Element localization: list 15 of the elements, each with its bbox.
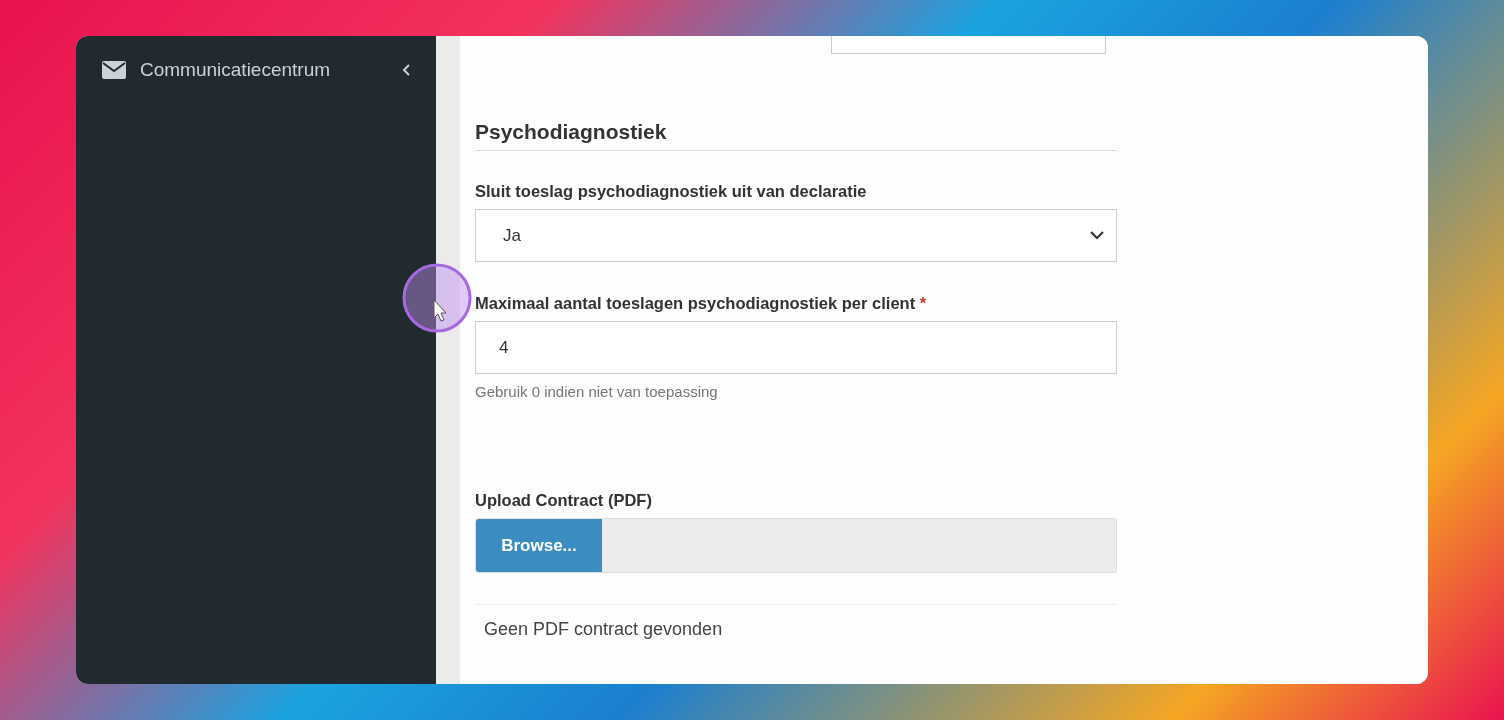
field-label: Maximaal aantal toeslagen psychodiagnostiek per client * <box>475 294 928 313</box>
file-input[interactable]: Browse... <box>475 518 1117 573</box>
field-label: Upload Contract (PDF) <box>475 491 653 510</box>
status-text: Geen PDF contract gevonden <box>475 604 1117 640</box>
browse-button[interactable]: Browse... <box>476 519 602 572</box>
input-field[interactable] <box>831 36 1106 54</box>
chevron-down-icon <box>1090 231 1104 240</box>
help-text: Gebruik 0 indien niet van toepassing <box>475 383 719 400</box>
envelope-icon <box>102 61 126 79</box>
field-label: Sluit toeslag psychodiagnostiek uit van declaratie <box>475 182 868 201</box>
sidebar-item[interactable]: Communicatiecentrum <box>76 36 436 104</box>
chevron-left-icon[interactable] <box>402 64 410 76</box>
section-heading: Psychodiagnostiek <box>475 120 1117 151</box>
select-field[interactable]: Ja <box>475 209 1117 262</box>
input-field[interactable]: 4 <box>475 321 1117 374</box>
